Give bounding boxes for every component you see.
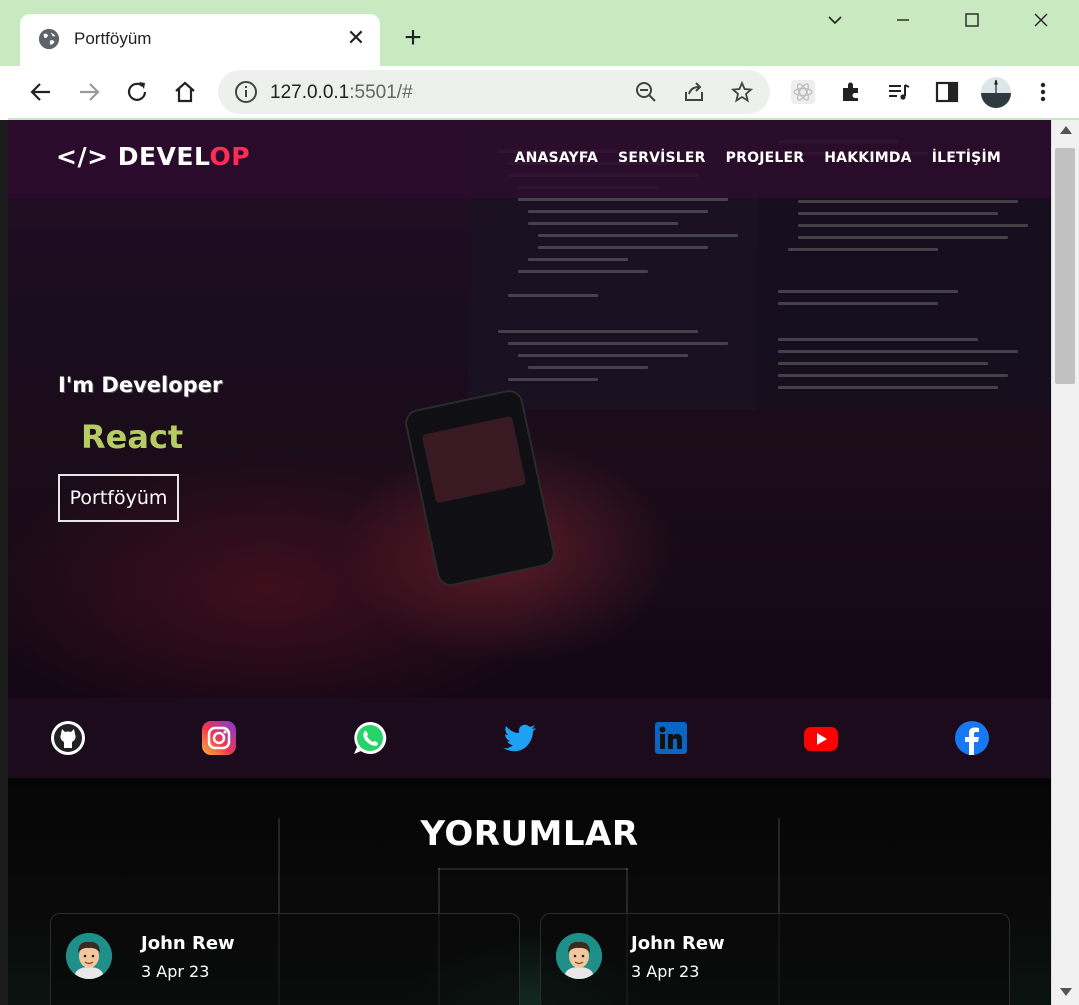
tab-title: Portföyüm: [74, 29, 152, 48]
youtube-icon[interactable]: [803, 720, 839, 756]
reload-icon[interactable]: [124, 79, 150, 105]
social-bar: [8, 698, 1051, 778]
extensions-puzzle-icon[interactable]: [838, 79, 864, 105]
nav-links: ANASAYFA SERVİSLER PROJELER HAKKIMDA İLE…: [515, 150, 1001, 166]
scroll-down-arrow-icon[interactable]: [1060, 988, 1072, 996]
comments-title: YORUMLAR: [420, 814, 639, 854]
url-host: 127.0.0.1: [270, 82, 350, 103]
avatar: [66, 933, 112, 979]
side-panel-icon[interactable]: [934, 79, 960, 105]
close-window-icon[interactable]: [1026, 10, 1056, 36]
logo-text: </> DEVEL: [56, 142, 210, 171]
user-avatar-icon: [66, 933, 112, 979]
github-icon[interactable]: [50, 720, 86, 756]
nav-link-hakkimda[interactable]: HAKKIMDA: [824, 150, 911, 166]
extension-react-icon[interactable]: [790, 79, 816, 105]
comment-author: John Rew: [631, 933, 725, 954]
back-arrow-icon[interactable]: [28, 79, 54, 105]
maximize-icon[interactable]: [957, 10, 987, 36]
browser-toolbar: 127.0.0.1:5501/#: [0, 66, 1079, 118]
more-menu-icon[interactable]: [1030, 79, 1056, 105]
browser-titlebar: Portföyüm ✕ +: [0, 0, 1079, 66]
comments-section: YORUMLAR John Rew 3 Apr 23 John Rew 3 Ap…: [8, 778, 1051, 1005]
media-control-icon[interactable]: [886, 79, 912, 105]
tab-search-icon[interactable]: [820, 10, 850, 36]
hero-section: </> DEVELOP ANASAYFA SERVİSLER PROJELER …: [8, 120, 1051, 698]
bookmark-star-icon[interactable]: [730, 80, 754, 104]
forward-arrow-icon[interactable]: [76, 79, 102, 105]
globe-icon: [38, 28, 60, 50]
browser-tab[interactable]: Portföyüm ✕: [20, 14, 380, 66]
nav-link-anasayfa[interactable]: ANASAYFA: [515, 150, 599, 166]
linkedin-icon[interactable]: [653, 720, 689, 756]
window-edge-dark: [0, 120, 8, 1005]
hero-greeting: I'm Developer: [58, 373, 223, 397]
profile-avatar-icon[interactable]: [980, 76, 1012, 108]
hero-role-text: React: [81, 418, 184, 456]
close-tab-icon[interactable]: ✕: [346, 27, 366, 49]
background-frame-line: [438, 868, 628, 870]
comment-card: John Rew 3 Apr 23: [50, 913, 520, 1005]
address-bar[interactable]: 127.0.0.1:5501/#: [218, 70, 770, 114]
comment-author: John Rew: [141, 933, 235, 954]
site-navbar: </> DEVELOP ANASAYFA SERVİSLER PROJELER …: [8, 120, 1051, 198]
comment-date: 3 Apr 23: [631, 962, 700, 981]
home-icon[interactable]: [172, 79, 198, 105]
comment-card: John Rew 3 Apr 23: [540, 913, 1010, 1005]
scrollbar-thumb[interactable]: [1055, 148, 1075, 384]
scroll-up-arrow-icon[interactable]: [1060, 126, 1072, 134]
page-scrollbar[interactable]: [1051, 120, 1079, 1005]
comment-date: 3 Apr 23: [141, 962, 210, 981]
whatsapp-icon[interactable]: [352, 720, 388, 756]
page-viewport[interactable]: </> DEVELOP ANASAYFA SERVİSLER PROJELER …: [8, 120, 1051, 1005]
url-path: :5501/#: [349, 82, 413, 103]
zoom-out-icon[interactable]: [634, 80, 658, 104]
site-logo[interactable]: </> DEVELOP: [56, 142, 250, 171]
nav-link-iletisim[interactable]: İLETİŞİM: [932, 150, 1001, 166]
site-info-icon[interactable]: [234, 80, 258, 104]
twitter-icon[interactable]: [502, 720, 538, 756]
facebook-icon[interactable]: [954, 720, 990, 756]
portfolio-button[interactable]: Portföyüm: [58, 474, 179, 522]
minimize-icon[interactable]: [888, 10, 918, 36]
instagram-icon[interactable]: [201, 720, 237, 756]
avatar: [556, 933, 602, 979]
url-text: 127.0.0.1:5501/#: [270, 82, 413, 104]
share-icon[interactable]: [682, 80, 706, 104]
nav-link-servisler[interactable]: SERVİSLER: [618, 150, 706, 166]
nav-link-projeler[interactable]: PROJELER: [726, 150, 805, 166]
phone-background-image: [402, 387, 558, 589]
logo-accent-text: OP: [209, 142, 251, 171]
user-avatar-icon: [556, 933, 602, 979]
new-tab-button[interactable]: +: [400, 23, 426, 53]
